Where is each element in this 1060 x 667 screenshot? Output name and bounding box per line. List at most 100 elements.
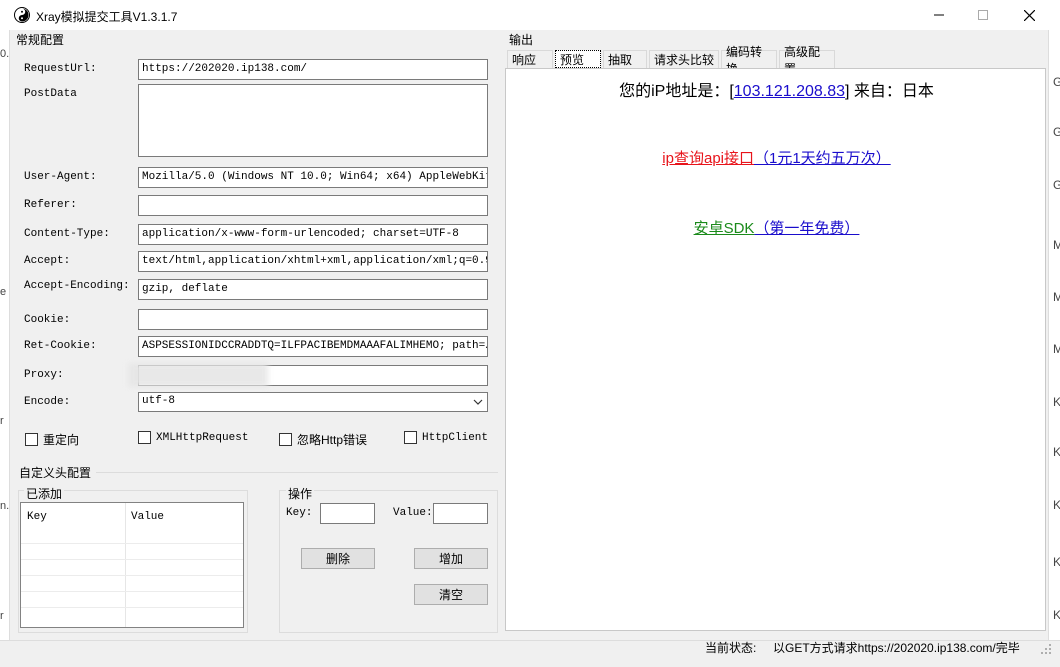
ret-cookie-label: Ret-Cookie: [24, 340, 97, 352]
checkbox-box [25, 433, 38, 446]
api-link-text: ip查询api接口 [662, 150, 754, 167]
close-button[interactable] [1006, 0, 1052, 30]
tab-extract[interactable]: 抽取 [603, 50, 647, 68]
tab-response[interactable]: 响应 [507, 50, 553, 68]
user-agent-label: User-Agent: [24, 171, 97, 183]
background-text: M [1053, 342, 1060, 356]
background-text: K [1053, 395, 1060, 409]
content-type-input[interactable]: application/x-www-form-urlencoded; chars… [138, 224, 488, 245]
table-row [21, 543, 243, 544]
custom-headers-title: 自定义头配置 [19, 466, 92, 480]
background-text: n. [0, 500, 10, 512]
headers-table[interactable]: Key Value [20, 502, 244, 628]
resize-grip-icon[interactable] [1040, 643, 1052, 655]
title-bar: Xray模拟提交工具V1.3.1.7 [0, 0, 1060, 30]
cookie-input[interactable] [138, 309, 488, 330]
table-row [21, 575, 243, 576]
encode-select[interactable]: utf-8 [138, 392, 488, 412]
table-row [21, 607, 243, 608]
output-title: 输出 [509, 33, 534, 47]
post-data-label: PostData [24, 88, 77, 100]
output-tabs: 响应 预览 抽取 请求头比较 编码转换 高级配置 [507, 45, 837, 76]
request-url-label: RequestUrl: [24, 63, 97, 75]
status-text: 以GET方式请求https://202020.ip138.com/完毕 [773, 641, 1020, 655]
background-text: r [0, 415, 4, 427]
maximize-icon [978, 10, 988, 20]
referer-input[interactable] [138, 195, 488, 216]
background-text: G [1053, 75, 1060, 89]
post-data-textarea[interactable] [138, 84, 488, 157]
table-header-key: Key [27, 511, 47, 523]
table-row [21, 591, 243, 592]
clear-button[interactable]: 清空 [414, 584, 488, 605]
background-window-left: 0. e r n. r [0, 30, 10, 640]
tab-encoding-convert[interactable]: 编码转换 [721, 45, 777, 76]
table-column-divider [125, 503, 126, 627]
api-link[interactable]: ip查询api接口（1元1天约五万次） [506, 147, 1047, 168]
ip-suffix: ] 来自：日本 [845, 83, 934, 100]
cookie-label: Cookie: [24, 314, 71, 326]
proxy-label: Proxy: [24, 369, 64, 381]
sdk-link[interactable]: 安卓SDK（第一年免费） [506, 217, 1047, 238]
minimize-button[interactable] [916, 0, 962, 30]
sdk-link-offer: （第一年免费） [754, 220, 860, 237]
httpclient-checkbox[interactable]: HttpClient [404, 431, 488, 444]
tab-header-compare[interactable]: 请求头比较 [649, 50, 719, 68]
encode-select-value: utf-8 [142, 395, 176, 407]
ip-prefix: 您的iP地址是：[ [619, 83, 734, 100]
window-title: Xray模拟提交工具V1.3.1.7 [36, 10, 178, 24]
key-input[interactable] [320, 503, 375, 524]
checkbox-box [279, 433, 292, 446]
api-link-price: （1元1天约五万次） [754, 150, 891, 167]
key-label: Key: [286, 507, 313, 519]
delete-button[interactable]: 删除 [301, 548, 375, 569]
value-input[interactable] [433, 503, 488, 524]
ignore-http-error-checkbox[interactable]: 忽略Http错误 [279, 431, 367, 448]
checkbox-box [138, 431, 151, 444]
ip-info-line: 您的iP地址是：[103.121.208.83] 来自：日本 [506, 77, 1047, 101]
table-header-value: Value [131, 511, 165, 523]
background-text: K [1053, 445, 1060, 459]
proxy-redaction-blur [128, 363, 268, 387]
checkbox-box [404, 431, 417, 444]
background-text: r [0, 610, 4, 622]
preview-pane: 您的iP地址是：[103.121.208.83] 来自：日本 ip查询api接口… [505, 68, 1046, 631]
chevron-down-icon [473, 399, 483, 405]
tab-advanced-config[interactable]: 高级配置 [779, 45, 835, 76]
operations-title: 操作 [286, 485, 315, 502]
request-url-input[interactable]: https://202020.ip138.com/ [138, 59, 488, 80]
accept-label: Accept: [24, 255, 71, 267]
close-icon [1023, 9, 1035, 21]
user-agent-input[interactable]: Mozilla/5.0 (Windows NT 10.0; Win64; x64… [138, 167, 488, 188]
tab-preview[interactable]: 预览 [555, 50, 601, 68]
accept-input[interactable]: text/html,application/xhtml+xml,applicat… [138, 251, 488, 272]
background-text: K [1053, 498, 1060, 512]
sdk-link-text: 安卓SDK [693, 220, 755, 237]
background-text: M [1053, 238, 1060, 252]
minimize-icon [934, 14, 944, 16]
table-row [21, 559, 243, 560]
redirect-checkbox[interactable]: 重定向 [25, 431, 79, 448]
background-text: K [1053, 555, 1060, 569]
status-label: 当前状态: [705, 641, 757, 655]
accept-encoding-input[interactable]: gzip, deflate [138, 279, 488, 300]
httpclient-checkbox-label: HttpClient [422, 431, 489, 444]
background-text: M [1053, 290, 1060, 304]
value-label: Value: [393, 507, 433, 519]
background-text: e [0, 286, 7, 298]
background-text: G [1053, 178, 1060, 192]
xmlhttprequest-checkbox-label: XMLHttpRequest [156, 431, 249, 444]
app-icon [14, 7, 30, 23]
ip-address-link[interactable]: 103.121.208.83 [734, 83, 845, 100]
accept-encoding-label: Accept-Encoding: [24, 280, 130, 292]
custom-headers-divider [96, 472, 498, 473]
redirect-checkbox-label: 重定向 [43, 433, 80, 447]
ret-cookie-input[interactable]: ASPSESSIONIDCCRADDTQ=ILFPACIBEMDMAAAFALI… [138, 336, 488, 357]
maximize-button[interactable] [960, 0, 1006, 30]
encode-label: Encode: [24, 396, 71, 408]
add-button[interactable]: 增加 [414, 548, 488, 569]
referer-label: Referer: [24, 199, 77, 211]
status-bar: 当前状态: 以GET方式请求https://202020.ip138.com/完… [0, 640, 1060, 667]
xmlhttprequest-checkbox[interactable]: XMLHttpRequest [138, 431, 248, 444]
content-type-label: Content-Type: [24, 228, 110, 240]
